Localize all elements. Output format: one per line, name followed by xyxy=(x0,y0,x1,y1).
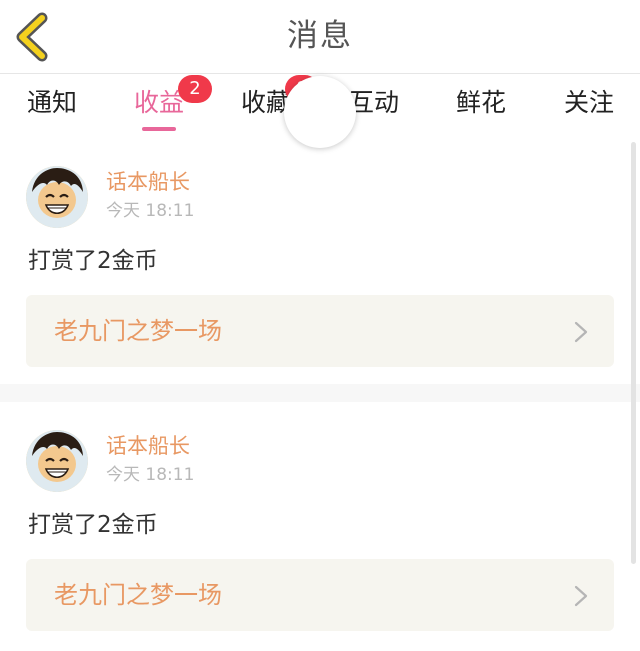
message-card: 话本船长 今天 18:11 打赏了2金币 老九门之梦一场 xyxy=(0,404,640,646)
avatar[interactable] xyxy=(26,166,88,228)
message-text: 打赏了2金币 xyxy=(28,512,158,538)
tab-label: 互动 xyxy=(348,88,399,117)
tab-label: 收藏 xyxy=(240,88,291,117)
work-link-card[interactable]: 老九门之梦一场 xyxy=(26,295,614,367)
unread-badge: 8 xyxy=(285,75,319,103)
message-time: 今天 18:11 xyxy=(106,201,195,221)
work-link-card[interactable]: 老九门之梦一场 xyxy=(26,559,614,631)
sender-name[interactable]: 话本船长 xyxy=(106,168,190,196)
chevron-right-icon xyxy=(574,321,588,343)
avatar[interactable] xyxy=(26,430,88,492)
tab-label: 鲜花 xyxy=(455,88,506,117)
tab-bar: 通知 收益 2 收藏 8 互动 鲜花 关注 xyxy=(0,75,640,135)
card-divider xyxy=(0,384,640,402)
tab-interactions[interactable]: 互动 xyxy=(324,85,424,131)
tab-label: 通知 xyxy=(26,88,77,117)
tab-notifications[interactable]: 通知 xyxy=(2,85,102,131)
work-title: 老九门之梦一场 xyxy=(54,317,222,345)
messages-screen: 消息 通知 收益 2 收藏 8 互动 鲜花 关注 话本船长 今天 18:11 打… xyxy=(0,0,640,651)
tab-flowers[interactable]: 鲜花 xyxy=(431,85,531,131)
message-feed[interactable]: 话本船长 今天 18:11 打赏了2金币 老九门之梦一场 话本船长 今天 18:… xyxy=(0,140,640,651)
tab-earnings[interactable]: 收益 2 xyxy=(109,75,212,131)
active-tab-indicator xyxy=(142,127,176,131)
work-title: 老九门之梦一场 xyxy=(54,581,222,609)
tab-favorites[interactable]: 收藏 8 xyxy=(216,75,319,131)
page-title: 消息 xyxy=(287,18,353,54)
message-text: 打赏了2金币 xyxy=(28,248,158,274)
avatar-image xyxy=(26,430,88,492)
header-bar: 消息 xyxy=(0,0,640,74)
message-card: 话本船长 今天 18:11 打赏了2金币 老九门之梦一场 xyxy=(0,140,640,382)
tab-following[interactable]: 关注 xyxy=(539,85,639,131)
tab-label: 收益 xyxy=(133,88,184,117)
scrollbar[interactable] xyxy=(631,142,636,564)
message-time: 今天 18:11 xyxy=(106,465,195,485)
unread-badge: 2 xyxy=(178,75,212,103)
tab-label: 关注 xyxy=(563,88,614,117)
sender-name[interactable]: 话本船长 xyxy=(106,432,190,460)
avatar-image xyxy=(26,166,88,228)
chevron-right-icon xyxy=(574,585,588,607)
